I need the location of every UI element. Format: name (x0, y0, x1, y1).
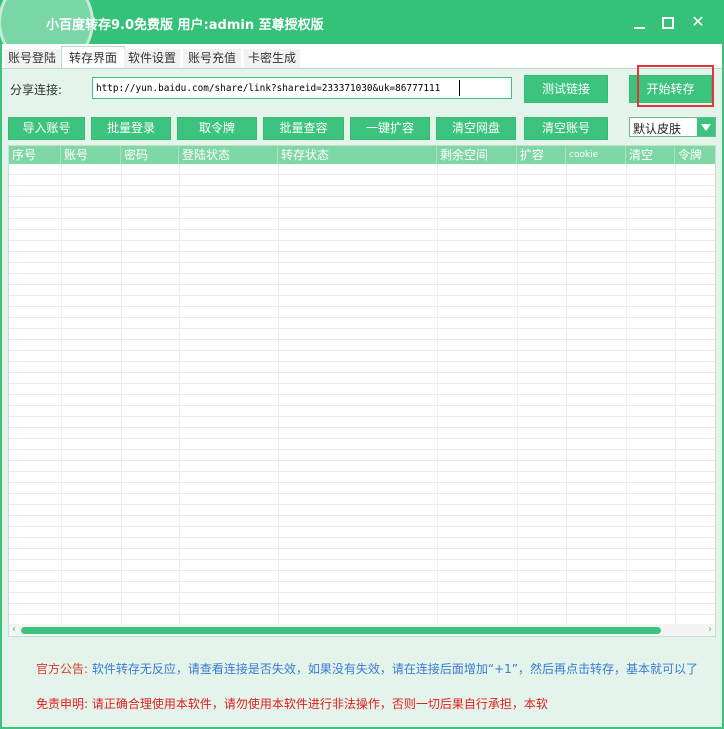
column-header-index[interactable]: 序号 (9, 146, 61, 164)
clear-netdisk-button[interactable]: 清空网盘 (436, 117, 516, 140)
tab-account-login[interactable]: 账号登陆 (4, 49, 60, 68)
maximize-icon[interactable] (658, 12, 678, 32)
column-header-token[interactable]: 令牌 (675, 146, 715, 164)
title-bar[interactable]: 小百度转存9.0免费版 用户:admin 至尊授权版 ✕ (0, 0, 724, 44)
column-header-expand[interactable]: 扩容 (517, 146, 566, 164)
column-header-account[interactable]: 账号 (61, 146, 121, 164)
text-caret (459, 80, 460, 96)
scroll-left-icon[interactable]: ‹ (9, 624, 19, 636)
column-header-cookie[interactable]: cookie (566, 146, 626, 164)
official-notice: 官方公告: 软件转存无反应，请查看连接是否失效，如果没有失效，请在连接后面增加“… (36, 660, 698, 677)
start-transfer-button[interactable]: 开始转存 (629, 75, 712, 103)
disclaimer: 免责申明: 请正确合理使用本软件，请勿使用本软件进行非法操作，否则一切后果自行承… (36, 695, 548, 712)
notice-label: 官方公告: (36, 662, 89, 676)
chevron-down-icon[interactable] (697, 118, 715, 136)
share-url-input[interactable] (92, 77, 512, 99)
disclaimer-label: 免责申明: (36, 697, 89, 711)
scrollbar-thumb[interactable] (21, 627, 661, 634)
close-icon[interactable]: ✕ (688, 12, 708, 32)
column-header-clear[interactable]: 清空 (626, 146, 675, 164)
expand-capacity-button[interactable]: 一键扩容 (350, 117, 430, 140)
tab-transfer[interactable]: 转存界面 (61, 46, 125, 69)
column-header-transfer-status[interactable]: 转存状态 (278, 146, 437, 164)
window-title: 小百度转存9.0免费版 用户:admin 至尊授权版 (46, 18, 324, 33)
batch-check-capacity-button[interactable]: 批量查容 (263, 117, 344, 140)
notice-text: 软件转存无反应，请查看连接是否失效，如果没有失效，请在连接后面增加“+1”，然后… (91, 662, 699, 676)
column-divider (437, 164, 438, 626)
tab-card-generate[interactable]: 卡密生成 (244, 49, 300, 68)
skin-select-value: 默认皮肤 (633, 122, 682, 136)
horizontal-scrollbar[interactable]: ‹ › (9, 624, 715, 636)
import-accounts-button[interactable]: 导入账号 (8, 117, 85, 140)
column-header-login-status[interactable]: 登陆状态 (179, 146, 278, 164)
table-header: 序号 账号 密码 登陆状态 转存状态 剩余空间 扩容 cookie 清空 令牌 (9, 146, 715, 164)
skin-select[interactable]: 默认皮肤 (629, 117, 716, 137)
clear-accounts-button[interactable]: 清空账号 (524, 117, 608, 140)
scroll-right-icon[interactable]: › (705, 624, 715, 636)
column-divider (566, 164, 567, 626)
column-divider (278, 164, 279, 626)
column-header-password[interactable]: 密码 (121, 146, 179, 164)
tab-recharge[interactable]: 账号充值 (183, 49, 241, 68)
tab-settings[interactable]: 软件设置 (124, 49, 180, 68)
test-link-button[interactable]: 测试链接 (524, 75, 608, 103)
share-link-label: 分享连接: (10, 83, 63, 97)
batch-login-button[interactable]: 批量登录 (91, 117, 171, 140)
minimize-icon[interactable] (630, 12, 650, 32)
column-divider (675, 164, 676, 626)
column-divider (61, 164, 62, 626)
disclaimer-text: 请正确合理使用本软件，请勿使用本软件进行非法操作，否则一切后果自行承担，本软 (91, 697, 548, 711)
column-divider (517, 164, 518, 626)
column-divider (121, 164, 122, 626)
accounts-table: 序号 账号 密码 登陆状态 转存状态 剩余空间 扩容 cookie 清空 令牌 (8, 145, 716, 637)
get-token-button[interactable]: 取令牌 (177, 117, 257, 140)
column-header-free-space[interactable]: 剩余空间 (437, 146, 517, 164)
client-area: 账号登陆 转存界面 软件设置 账号充值 卡密生成 分享连接: 测试链接 开始转存… (2, 44, 722, 727)
table-body[interactable] (9, 164, 715, 624)
column-divider (179, 164, 180, 626)
app-window: 小百度转存9.0免费版 用户:admin 至尊授权版 ✕ 账号登陆 转存界面 软… (0, 0, 724, 729)
column-divider (626, 164, 627, 626)
transfer-panel: 分享连接: 测试链接 开始转存 导入账号 批量登录 取令牌 批量查容 一键扩容 … (2, 65, 722, 727)
